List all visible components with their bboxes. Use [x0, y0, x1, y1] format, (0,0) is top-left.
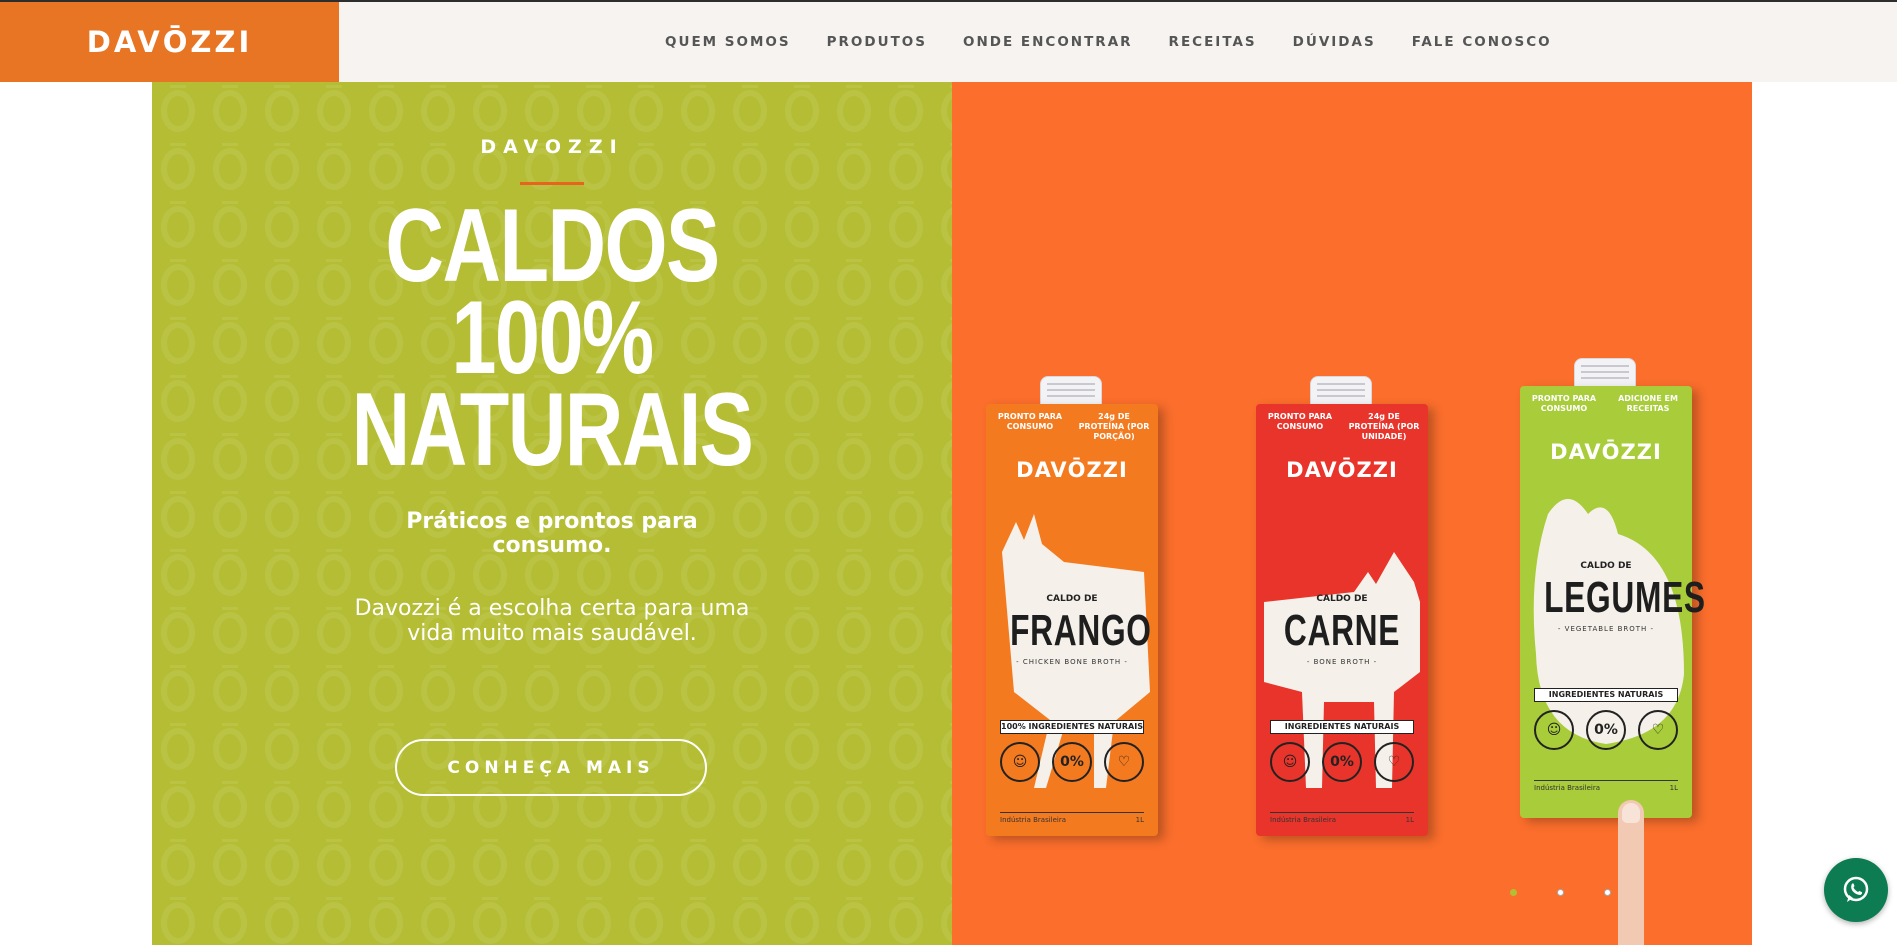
pointing-finger: [1618, 800, 1644, 945]
zero-fat-badge: 0%: [1322, 742, 1362, 782]
logo-link[interactable]: DAVŌZZI: [0, 2, 339, 82]
logo: DAVŌZZI: [86, 25, 253, 59]
carton-brand: DAVŌZZI: [1550, 440, 1662, 464]
hero-subhead: Práticos e prontos para consumo.: [406, 509, 698, 558]
smile-icon: ☺: [1000, 742, 1040, 782]
slider-dots: [1510, 889, 1611, 896]
carton-body: PRONTO PARA CONSUMO ADICIONE EM RECEITAS…: [1520, 386, 1706, 818]
slider-dot-3[interactable]: [1604, 889, 1611, 896]
flavor-label: FRANGO: [1010, 606, 1152, 655]
footer-left: Indústria Brasileira: [1000, 816, 1067, 824]
zero-fat-badge: 0%: [1052, 742, 1092, 782]
nav-onde-encontrar[interactable]: ONDE ENCONTRAR: [963, 34, 1133, 50]
nav-quem-somos[interactable]: QUEM SOMOS: [665, 34, 791, 50]
hero-text-panel: DAVOZZI CALDOS 100% NATURAIS Práticos e …: [152, 82, 952, 945]
fingernail: [1622, 803, 1640, 823]
nav-produtos[interactable]: PRODUTOS: [827, 34, 927, 50]
carton-body: PRONTO PARA CONSUMO 24g DE PROTEÍNA (POR…: [986, 404, 1158, 836]
headline-line-3: NATURAIS: [351, 372, 754, 488]
slider-dot-2[interactable]: [1557, 889, 1564, 896]
flavor-label: LEGUMES: [1544, 573, 1706, 622]
conheca-mais-button[interactable]: CONHEÇA MAIS: [395, 739, 707, 796]
hero-eyebrow: DAVOZZI: [480, 136, 624, 158]
heart-icon: ♡: [1104, 742, 1144, 782]
carton-footer: Indústria Brasileira 1L: [1534, 780, 1678, 792]
broth-label: - BONE BROTH -: [1306, 658, 1378, 666]
whatsapp-icon: [1843, 876, 1869, 902]
site-header: DAVŌZZI QUEM SOMOS PRODUTOS ONDE ENCONTR…: [0, 2, 1897, 82]
badges-row: ☺ 0% ♡: [1000, 742, 1144, 782]
badges-row: ☺ 0% ♡: [1270, 742, 1414, 782]
ingredients-label: INGREDIENTES NATURAIS: [1270, 720, 1414, 734]
footer-left: Indústria Brasileira: [1270, 816, 1337, 824]
ingredients-label: INGREDIENTES NATURAIS: [1534, 688, 1678, 702]
badges-row: ☺ 0% ♡: [1534, 710, 1678, 750]
carton-brand: DAVŌZZI: [1286, 458, 1398, 482]
tag-right: ADICIONE EM RECEITAS: [1618, 394, 1678, 413]
eyebrow-divider: [520, 182, 584, 185]
tag-left: PRONTO PARA CONSUMO: [997, 412, 1063, 431]
carton-footer: Indústria Brasileira 1L: [1000, 812, 1144, 824]
headline-line-1: CALDOS: [385, 188, 720, 304]
tag-left: PRONTO PARA CONSUMO: [1267, 412, 1333, 431]
carton-body: PRONTO PARA CONSUMO 24g DE PROTEÍNA (POR…: [1256, 404, 1428, 836]
product-carton-frango: PRONTO PARA CONSUMO 24g DE PROTEÍNA (POR…: [986, 376, 1158, 836]
slider-dot-1[interactable]: [1510, 889, 1517, 896]
caldo-de-label: CALDO DE: [1316, 594, 1368, 604]
nav-duvidas[interactable]: DÚVIDAS: [1293, 34, 1376, 50]
heart-icon: ♡: [1638, 710, 1678, 750]
hero-description: Davozzi é a escolha certa para uma vida …: [354, 596, 750, 646]
product-carton-legumes: PRONTO PARA CONSUMO ADICIONE EM RECEITAS…: [1520, 358, 1706, 818]
main-nav: QUEM SOMOS PRODUTOS ONDE ENCONTRAR RECEI…: [665, 2, 1588, 82]
smile-icon: ☺: [1534, 710, 1574, 750]
tag-right: 24g DE PROTEÍNA (POR PORÇÃO): [1078, 412, 1150, 441]
footer-right: 1L: [1405, 816, 1414, 824]
footer-right: 1L: [1135, 816, 1144, 824]
footer-right: 1L: [1669, 784, 1678, 792]
product-carton-carne: PRONTO PARA CONSUMO 24g DE PROTEÍNA (POR…: [1256, 376, 1428, 836]
caldo-de-label: CALDO DE: [1046, 594, 1098, 604]
ingredients-label: 100% INGREDIENTES NATURAIS: [1000, 720, 1144, 734]
tag-left: PRONTO PARA CONSUMO: [1531, 394, 1597, 413]
hero-content: DAVOZZI CALDOS 100% NATURAIS Práticos e …: [152, 82, 952, 945]
caldo-de-label: CALDO DE: [1580, 561, 1632, 571]
nav-fale-conosco[interactable]: FALE CONOSCO: [1412, 34, 1552, 50]
carton-footer: Indústria Brasileira 1L: [1270, 812, 1414, 824]
hero-slider: DAVOZZI CALDOS 100% NATURAIS Práticos e …: [152, 82, 1752, 945]
flavor-label: CARNE: [1283, 606, 1401, 655]
tag-right: 24g DE PROTEÍNA (POR UNIDADE): [1348, 412, 1420, 441]
carton-brand: DAVŌZZI: [1016, 458, 1128, 482]
whatsapp-button[interactable]: [1824, 858, 1888, 922]
footer-left: Indústria Brasileira: [1534, 784, 1601, 792]
hero-headline: CALDOS 100% NATURAIS: [240, 188, 864, 488]
zero-fat-badge: 0%: [1586, 710, 1626, 750]
headline-line-2: 100%: [451, 280, 654, 396]
broth-label: - VEGETABLE BROTH -: [1557, 625, 1655, 633]
heart-icon: ♡: [1374, 742, 1414, 782]
broth-label: - CHICKEN BONE BROTH -: [1016, 658, 1128, 666]
nav-receitas[interactable]: RECEITAS: [1169, 34, 1257, 50]
smile-icon: ☺: [1270, 742, 1310, 782]
